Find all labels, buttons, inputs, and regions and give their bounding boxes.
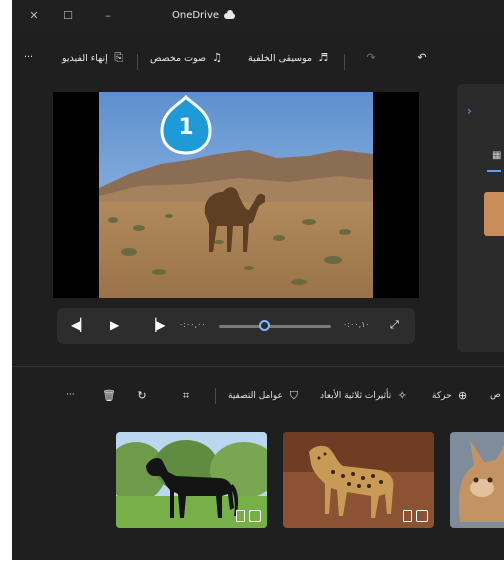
more-label: ··· [24, 52, 34, 63]
window-title-text: OneDrive [172, 10, 220, 21]
undo-icon: ↶ [417, 51, 427, 64]
edit-toolbar: ··· 🗑 ↻ ⌗ عوامل التصفية ⛉ تأثيرات ثلاثية… [12, 382, 504, 410]
filters-button[interactable]: عوامل التصفية ⛉ [228, 390, 300, 402]
custom-audio-label: صوت مخصص [150, 52, 207, 64]
app-window: ✕ ☐ – OneDrive ··· إنهاء الفيديو ⎘ صوت م… [12, 0, 504, 560]
filters-label: عوامل التصفية [228, 391, 283, 401]
image-icon [416, 510, 428, 522]
redo-icon: ↷ [366, 51, 376, 64]
3d-effects-label: تأثيرات ثلاثية الأبعاد [320, 391, 392, 401]
finish-video-label: إنهاء الفيديو [62, 52, 108, 64]
crop-icon: ⌗ [182, 389, 190, 402]
fullscreen-icon[interactable]: ⤢ [390, 318, 399, 332]
more-options-button[interactable]: ··· [66, 390, 75, 400]
main-toolbar: ··· إنهاء الفيديو ⎘ صوت مخصص ♫ موسيقى ال… [12, 44, 504, 76]
trash-icon: 🗑 [102, 389, 116, 402]
maximize-window-button[interactable]: ☐ [56, 6, 80, 26]
preview-image-camel [99, 92, 373, 298]
export-icon: ⎘ [114, 51, 124, 64]
tab-underline [487, 170, 501, 172]
window-title: OneDrive [172, 9, 236, 21]
grid-icon[interactable]: ▦ [492, 150, 501, 161]
storyboard-clip-horse[interactable] [116, 432, 267, 528]
seek-bar[interactable] [219, 325, 331, 328]
background-music-label: موسيقى الخلفية [248, 52, 313, 64]
background-music-button[interactable]: موسيقى الخلفية ♬ [248, 52, 329, 64]
minimize-window-button[interactable]: – [96, 6, 120, 26]
media-thumbnail[interactable] [484, 192, 504, 236]
image-icon [249, 510, 261, 522]
next-frame-button[interactable]: ▕▶ [147, 318, 165, 332]
toolbar-divider [344, 54, 345, 70]
rotate-icon: ↻ [137, 389, 147, 402]
current-time: ٠:٠٠,٠٠ [179, 320, 206, 329]
3d-effects-button[interactable]: تأثيرات ثلاثية الأبعاد ✧ [320, 390, 408, 402]
close-window-button[interactable]: ✕ [22, 6, 46, 26]
storyboard-clip-caracal[interactable] [450, 432, 504, 528]
end-time: ٠:٠٠,١٠ [343, 320, 370, 329]
motion-label: حركة [432, 391, 452, 401]
custom-audio-icon: ♫ [212, 51, 222, 64]
audio-icon [403, 510, 412, 522]
filter-icon: ⛉ [289, 389, 298, 402]
custom-audio-button[interactable]: صوت مخصص ♫ [150, 52, 223, 64]
previous-frame-button[interactable]: ◀▏ [71, 318, 89, 332]
crop-button[interactable]: ⌗ [180, 390, 192, 402]
title-bar: ✕ ☐ – OneDrive [12, 0, 504, 34]
cut-button[interactable]: ص [490, 390, 501, 400]
chevron-right-icon[interactable]: › [467, 104, 472, 118]
more-options-button[interactable]: ··· [24, 52, 33, 63]
project-side-panel: › ▦ [457, 84, 504, 352]
seek-knob[interactable] [259, 320, 270, 331]
undo-button[interactable]: ↶ [416, 52, 428, 64]
toolbar-divider [137, 54, 138, 70]
rotate-button[interactable]: ↻ [136, 390, 148, 402]
delete-button[interactable]: 🗑 [102, 389, 116, 402]
motion-button[interactable]: حركة ⊕ [432, 390, 469, 402]
section-divider [12, 366, 504, 367]
play-button[interactable]: ▶ [110, 318, 119, 332]
step-number-badge: 1 [160, 94, 212, 155]
video-preview [53, 92, 419, 298]
storyboard-clip-leopard[interactable] [283, 432, 434, 528]
step-number: 1 [178, 115, 194, 140]
redo-button[interactable]: ↷ [365, 52, 377, 64]
sparkle-icon: ✧ [397, 389, 407, 402]
audio-icon [236, 510, 245, 522]
more-label: ··· [66, 390, 75, 400]
playback-controls: ◀▏ ▶ ▕▶ ٠:٠٠,٠٠ ٠:٠٠,١٠ ⤢ [57, 308, 415, 344]
edit-divider [215, 388, 216, 404]
cloud-icon [224, 9, 236, 19]
finish-video-button[interactable]: إنهاء الفيديو ⎘ [62, 52, 125, 64]
music-note-icon: ♬ [318, 51, 329, 64]
motion-icon: ⊕ [458, 389, 468, 402]
cut-label: ص [490, 390, 501, 400]
